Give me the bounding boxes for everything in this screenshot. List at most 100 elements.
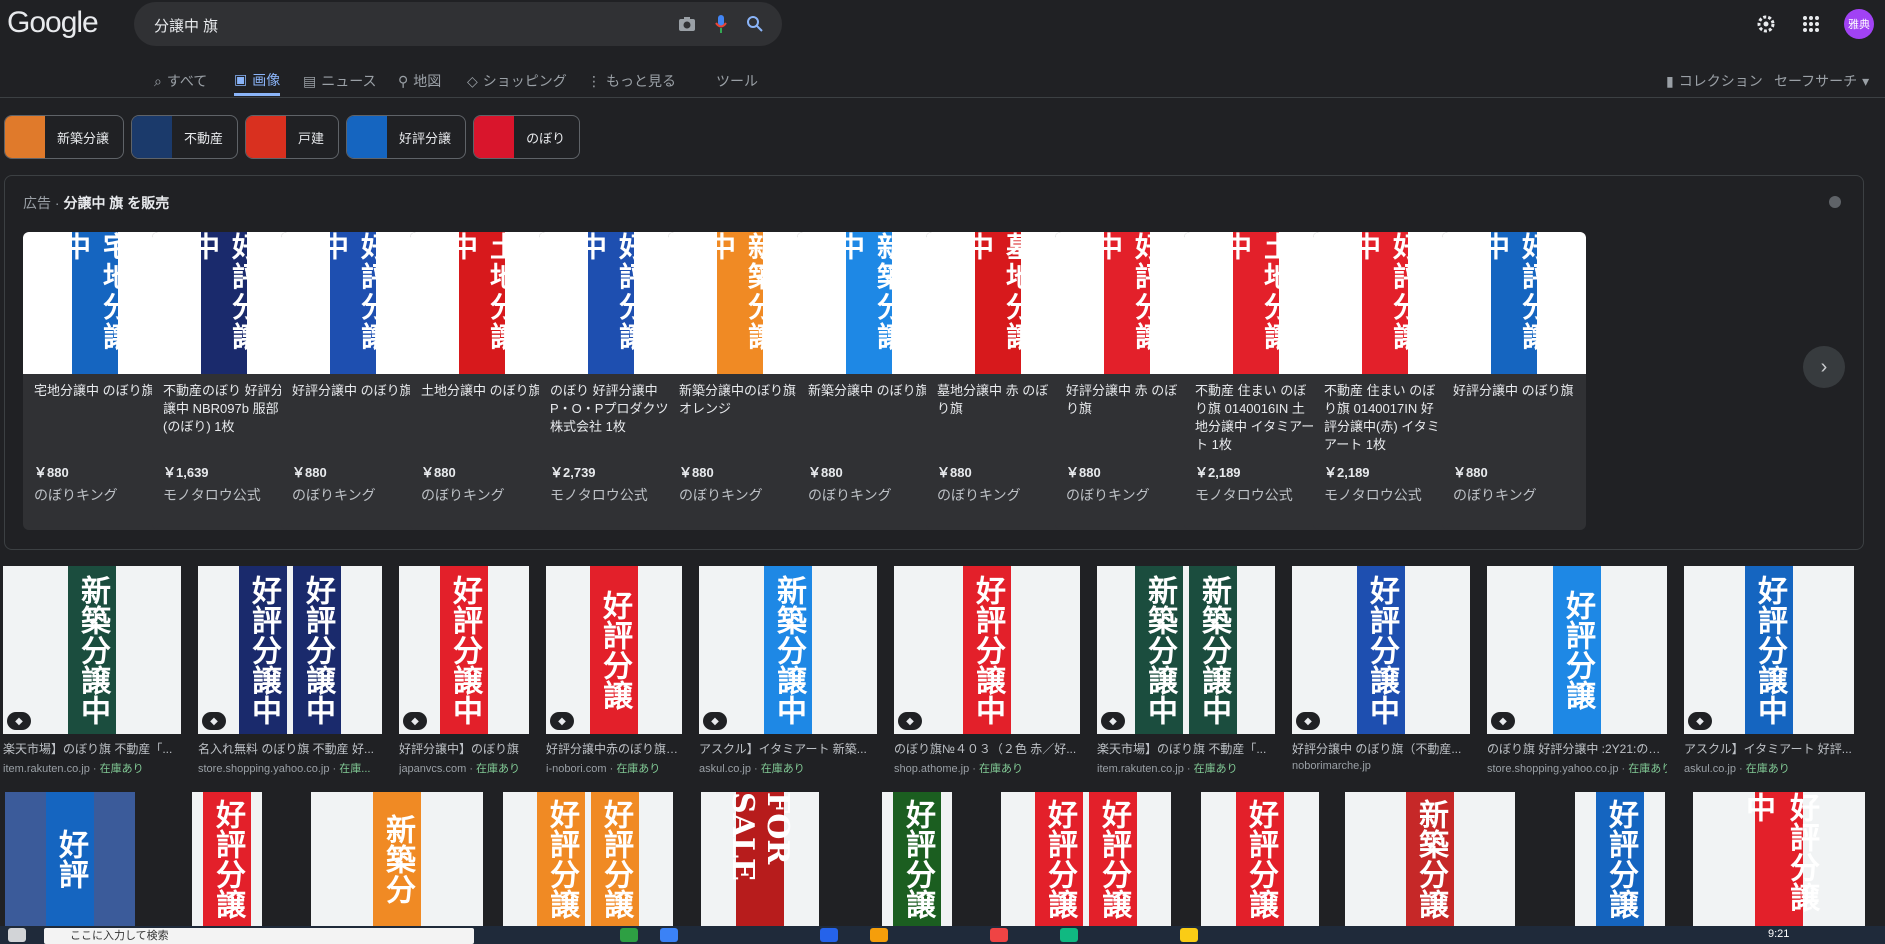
product-card[interactable]: 好評分譲中 好評分譲中 赤 のぼり旗 ￥880 のぼりキング xyxy=(1055,232,1199,530)
product-card[interactable]: 好評分譲中 好評分譲中 のぼり旗 ￥880 のぼりキング xyxy=(1442,232,1586,530)
image-result[interactable]: 新築分譲中 新築分譲中 ◆ 楽天市場】のぼり旗 不動産「... item.rakuten… xyxy=(1097,566,1275,776)
nobori-flag: 好評分譲中 xyxy=(1357,566,1405,734)
product-card[interactable]: 墓地分譲中 墓地分譲中 赤 のぼり旗 ￥880 のぼりキング xyxy=(926,232,1070,530)
product-title: 新築分譲中 のぼり旗 xyxy=(808,383,929,398)
image-result[interactable]: 好評分譲 xyxy=(1201,792,1319,926)
result-title: 好評分譲中】のぼり旗 xyxy=(399,742,520,756)
nobori-flag: 好評分譲中 xyxy=(239,566,287,734)
search-box[interactable]: 分譲中 旗 xyxy=(134,2,782,46)
windows-start-icon[interactable] xyxy=(8,928,26,942)
product-card[interactable]: 土地分譲中 不動産 住まい のぼり旗 0140016IN 土地分譲中 イタミアート… xyxy=(1184,232,1328,530)
app-icon[interactable] xyxy=(660,928,678,942)
result-image: 新築分譲中 ◆ xyxy=(3,566,181,734)
camera-icon[interactable] xyxy=(676,13,698,35)
search-icon[interactable] xyxy=(744,13,766,35)
tab-images[interactable]: ▣ 画像 xyxy=(234,66,281,96)
google-logo[interactable]: Google xyxy=(7,6,99,40)
tab-news[interactable]: ▤ ニュース xyxy=(303,66,377,96)
tab-all[interactable]: ⌕ すべて xyxy=(154,66,207,96)
product-image: 新築分譲中 xyxy=(797,232,941,374)
product-card[interactable]: 好評分譲中 のぼり 好評分譲中 P・O・Pプロダクツ 株式会社 1枚 ￥2,739 モ… xyxy=(539,232,683,530)
product-title: 好評分譲中 のぼり旗 xyxy=(1453,383,1574,398)
chip-1[interactable]: 新築分譲 xyxy=(4,115,125,159)
image-result[interactable]: 好評分譲 好評分譲 xyxy=(1001,792,1171,926)
account-avatar[interactable]: 雅典 xyxy=(1844,9,1874,39)
app-icon[interactable] xyxy=(1060,928,1078,942)
product-image: 土地分譲中 xyxy=(1184,232,1328,374)
product-seller: のぼりキング xyxy=(1453,487,1537,503)
image-result[interactable]: 好評分譲中 ◆ のぼり旗№４０３（２色 赤／好... shop.athome.jp ·… xyxy=(894,566,1080,776)
image-result[interactable]: 好評分譲 xyxy=(192,792,262,926)
chevron-down-icon: ▾ xyxy=(1862,72,1870,89)
product-price: ￥880 xyxy=(421,465,456,480)
image-result[interactable]: 好評分譲中 好評分譲中 ◆ 名入れ無料 のぼり旗 不動産 好... store.shop… xyxy=(198,566,382,776)
image-result[interactable]: 好評 xyxy=(5,792,135,926)
stock-status: 在庫... xyxy=(339,763,371,775)
image-result[interactable]: 好評分譲中 ◆ 好評分譲中 のぼり旗（不動産... noborimarche.jp xyxy=(1292,566,1470,772)
product-price: ￥2,739 xyxy=(550,465,596,480)
apps-grid-icon[interactable] xyxy=(1797,10,1825,38)
image-result[interactable]: 好評分譲 ◆ 好評分譲中赤のぼり旗0... i-nobori.com · 在庫あり xyxy=(546,566,682,776)
shopping-tag-icon: ◆ xyxy=(1101,712,1125,730)
settings-gear-icon[interactable] xyxy=(1752,10,1780,38)
folder-icon[interactable] xyxy=(870,928,888,942)
image-result[interactable]: 好評分譲 好評分譲 xyxy=(503,792,673,926)
image-result[interactable]: 好評分譲中 ◆ 好評分譲中】のぼり旗 japanvcs.com · 在庫あり xyxy=(399,566,529,776)
product-card[interactable]: 好評分譲中 好評分譲中 のぼり旗 ￥880 のぼりキング xyxy=(281,232,425,530)
product-title: 不動産 住まい のぼり旗 0140017IN 好評分譲中(赤) イタミアート 1… xyxy=(1324,383,1440,452)
source-domain: askul.co.jp xyxy=(699,763,751,775)
product-title: 土地分譲中 のぼり旗 xyxy=(421,383,542,398)
chip-thumbnail xyxy=(347,116,388,158)
product-title: 墓地分譲中 赤 のぼり旗 xyxy=(937,383,1049,416)
image-result[interactable]: 好評分譲中 xyxy=(1693,792,1865,926)
tab-tools[interactable]: ツール xyxy=(716,66,758,96)
image-result[interactable]: 新築分譲 xyxy=(1345,792,1515,926)
result-title: のぼり旗 好評分譲中 :2Y21:のぼ... xyxy=(1487,742,1667,756)
product-title: 好評分譲中 赤 のぼり旗 xyxy=(1066,383,1178,416)
taskbar-search-input[interactable]: ここに入力して検索 xyxy=(44,928,474,944)
product-image: 好評分譲中 xyxy=(1313,232,1457,374)
image-result[interactable]: 新築分譲中 ◆ アスクル】イタミアート 新築... askul.co.jp · 在庫あ… xyxy=(699,566,877,776)
result-image: 好評分譲中 ◆ xyxy=(1292,566,1470,734)
app-icon[interactable] xyxy=(1180,928,1198,942)
product-card[interactable]: 好評分譲中不動産 住まい のぼり旗 0140017IN 好評分譲中(赤) イタミ… xyxy=(1313,232,1457,530)
product-price: ￥880 xyxy=(1453,465,1488,480)
image-result[interactable]: FOR SALE xyxy=(701,792,819,926)
image-result[interactable]: 新築分譲中 ◆ 楽天市場】のぼり旗 不動産「... item.rakuten.co.j… xyxy=(3,566,181,776)
product-card[interactable]: 好評分譲中 不動産のぼり 好評分譲中 NBR097b 服部(のぼり) 1枚 ￥1,6… xyxy=(152,232,296,530)
image-result[interactable]: 好評分譲 ◆ のぼり旗 好評分譲中 :2Y21:のぼ... store.shoppin… xyxy=(1487,566,1667,776)
chip-4[interactable]: 好評分譲 xyxy=(346,115,467,159)
app-icon[interactable] xyxy=(620,928,638,942)
product-card[interactable]: 宅地分譲中 宅地分譲中 のぼり旗 ￥880 のぼりキング xyxy=(23,232,167,530)
nobori-flag: 好評分譲中 xyxy=(1745,566,1793,734)
chip-3[interactable]: 戸建 xyxy=(245,115,340,159)
image-result[interactable]: 好評分譲 xyxy=(882,792,952,926)
chrome-icon[interactable] xyxy=(990,928,1008,942)
carousel-next-button[interactable]: › xyxy=(1803,346,1845,388)
image-results-row-1: 新築分譲中 ◆ 楽天市場】のぼり旗 不動産「... item.rakuten.co.j… xyxy=(0,566,1885,776)
image-result[interactable]: 好評分譲 xyxy=(1575,792,1665,926)
tab-more[interactable]: ⋮ もっと見る xyxy=(587,66,676,96)
shopping-tag-icon: ◆ xyxy=(1688,712,1712,730)
stock-status: 在庫あり xyxy=(760,763,805,775)
tab-shopping[interactable]: ◇ ショッピング xyxy=(467,66,567,96)
product-card[interactable]: 新築分譲中 新築分譲中 のぼり旗 ￥880 のぼりキング xyxy=(797,232,941,530)
tab-maps[interactable]: ⚲ 地図 xyxy=(398,66,441,96)
ad-info-icon[interactable] xyxy=(1829,196,1841,208)
collections-link[interactable]: ▮ コレクション xyxy=(1666,66,1763,96)
search-input[interactable]: 分譲中 旗 xyxy=(154,15,218,36)
app-icon[interactable] xyxy=(820,928,838,942)
image-results-row-2: 好評 好評分譲 新築分 好評分譲 好評分譲 FOR SALE 好評分譲 好評分譲 好評分譲 好評分… xyxy=(0,792,1885,926)
product-image: 好評分譲中 xyxy=(281,232,425,374)
mic-icon[interactable] xyxy=(710,13,732,35)
nobori-flag: 好評分譲 xyxy=(203,792,251,926)
image-result[interactable]: 新築分 xyxy=(311,792,483,926)
product-price: ￥880 xyxy=(34,465,69,480)
result-title: のぼり旗№４０３（２色 赤／好... xyxy=(894,742,1077,756)
image-result[interactable]: 好評分譲中 ◆ アスクル】イタミアート 好評... askul.co.jp · 在庫あ… xyxy=(1684,566,1854,776)
chip-5[interactable]: のぼり xyxy=(473,115,581,159)
safesearch-menu[interactable]: セーフサーチ ▾ xyxy=(1774,66,1869,96)
chip-2[interactable]: 不動産 xyxy=(131,115,239,159)
product-card[interactable]: 土地分譲中 土地分譲中 のぼり旗 ￥880 のぼりキング xyxy=(410,232,554,530)
product-card[interactable]: 新築分譲中 新築分譲中のぼり旗 オレンジ ￥880 のぼりキング xyxy=(668,232,812,530)
